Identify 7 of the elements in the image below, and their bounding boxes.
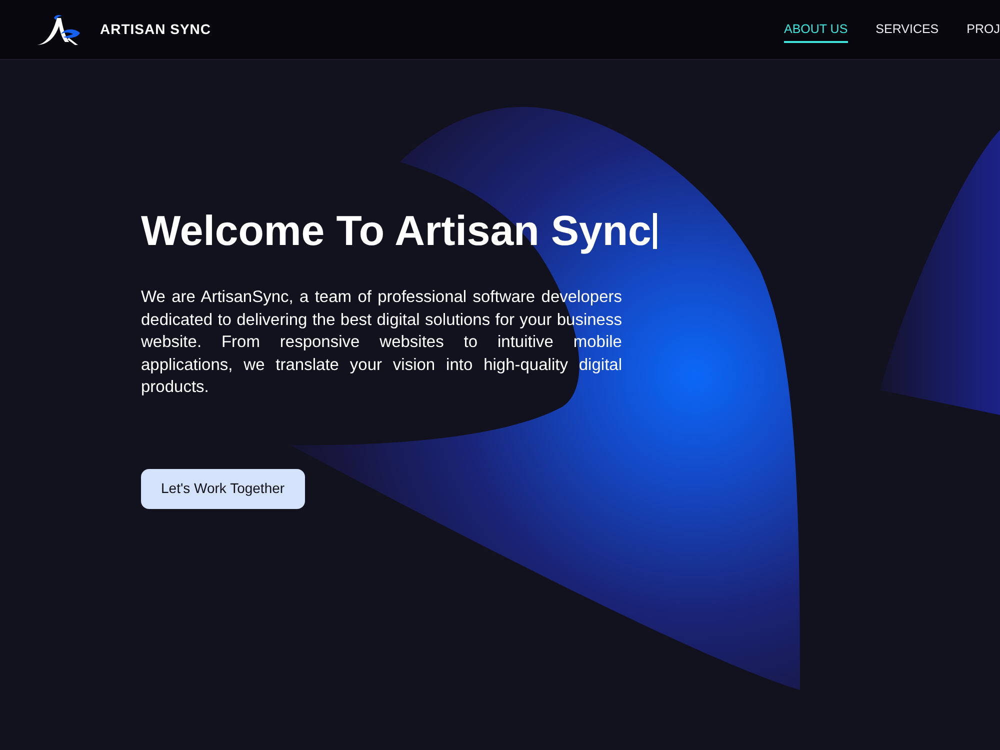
hero-heading: Welcome To Artisan Sync: [141, 206, 652, 256]
nav-link[interactable]: ABOUT US: [784, 16, 848, 43]
logo-icon[interactable]: [37, 14, 81, 46]
brand-name: ARTISAN SYNC: [100, 20, 212, 39]
work-together-button[interactable]: Let's Work Together: [141, 468, 305, 508]
nav-link[interactable]: PROJ: [966, 16, 1000, 43]
nav-link[interactable]: SERVICES: [876, 16, 939, 43]
